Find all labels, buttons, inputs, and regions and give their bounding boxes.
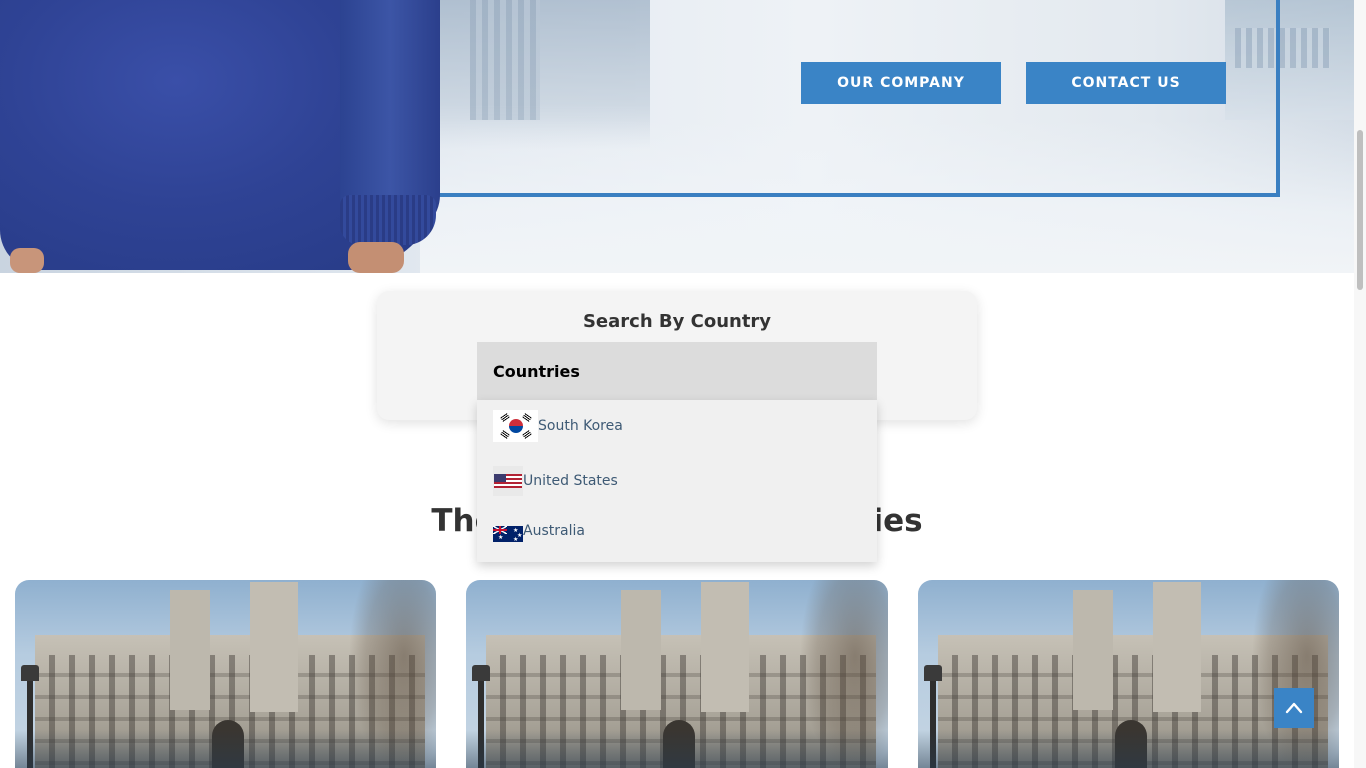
countries-select-label: Countries xyxy=(493,361,580,381)
scrollbar-thumb[interactable] xyxy=(1357,130,1363,290)
united-states-flag-icon xyxy=(493,466,523,496)
page-scrollbar[interactable] xyxy=(1354,0,1366,768)
hero-person-image xyxy=(0,0,445,273)
chevron-up-icon xyxy=(1285,702,1303,714)
our-company-button[interactable]: OUR COMPANY xyxy=(801,62,1001,104)
person-cuff xyxy=(340,195,436,245)
countries-select[interactable]: Countries xyxy=(477,342,877,400)
option-label: United States xyxy=(523,473,618,489)
hero-banner: OUR COMPANY CONTACT US xyxy=(0,0,1354,273)
university-card[interactable] xyxy=(918,580,1339,768)
countries-dropdown-list: South Korea United States ★ ★ ★ ★ Austra… xyxy=(477,400,877,562)
university-card[interactable] xyxy=(15,580,436,768)
south-korea-flag-icon xyxy=(493,410,538,442)
person-hand xyxy=(348,242,404,273)
university-card[interactable] xyxy=(466,580,888,768)
search-title: Search By Country xyxy=(582,311,772,332)
back-to-top-button[interactable] xyxy=(1274,688,1314,728)
person-hand xyxy=(10,248,44,273)
dropdown-option-united-states[interactable]: United States xyxy=(493,466,618,496)
dropdown-option-south-korea[interactable]: South Korea xyxy=(493,410,623,442)
option-label: South Korea xyxy=(538,418,623,434)
option-label: Australia xyxy=(523,523,585,539)
dropdown-option-australia[interactable]: ★ ★ ★ ★ Australia xyxy=(493,520,585,542)
australia-flag-icon: ★ ★ ★ ★ xyxy=(493,526,523,542)
contact-us-button[interactable]: CONTACT US xyxy=(1026,62,1226,104)
